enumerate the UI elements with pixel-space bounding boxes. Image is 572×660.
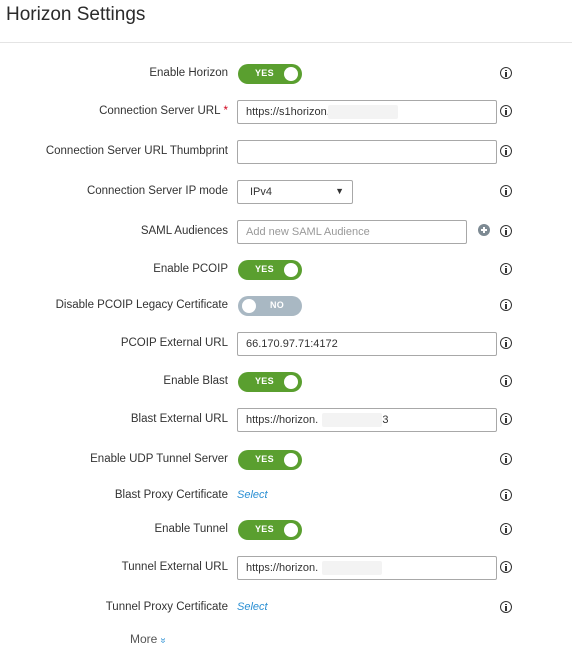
enable-pcoip-toggle[interactable]: YES	[238, 260, 302, 280]
enable-horizon-label: Enable Horizon	[149, 67, 228, 79]
connection-server-url-row: Connection Server URL *	[0, 100, 572, 126]
enable-horizon-toggle[interactable]: YES	[238, 64, 302, 84]
enable-pcoip-label: Enable PCOIP	[153, 263, 228, 275]
tunnel-proxy-cert-row: Tunnel Proxy Certificate Select	[0, 596, 572, 622]
ip-mode-label: Connection Server IP mode	[86, 185, 228, 197]
enable-blast-row: Enable Blast YES	[0, 370, 572, 396]
thumbprint-input[interactable]	[237, 140, 497, 164]
toggle-knob	[242, 299, 256, 313]
info-icon[interactable]	[500, 299, 512, 311]
chevron-down-icon: ▼	[335, 186, 344, 196]
more-label: More	[130, 632, 158, 646]
enable-tunnel-row: Enable Tunnel YES	[0, 518, 572, 544]
toggle-state-label: YES	[255, 68, 274, 78]
enable-blast-label: Enable Blast	[163, 375, 228, 387]
info-icon[interactable]	[500, 561, 512, 573]
toggle-state-label: YES	[255, 454, 274, 464]
tunnel-proxy-cert-label: Tunnel Proxy Certificate	[105, 601, 228, 613]
redacted-text	[322, 561, 382, 575]
add-icon[interactable]	[478, 224, 490, 236]
enable-horizon-row: Enable Horizon YES	[0, 62, 572, 88]
ip-mode-value: IPv4	[250, 186, 273, 198]
thumbprint-label: Connection Server URL Thumbprint	[45, 145, 228, 157]
blast-external-url-label: Blast External URL	[130, 413, 228, 425]
thumbprint-row: Connection Server URL Thumbprint	[0, 140, 572, 166]
info-icon[interactable]	[500, 105, 512, 117]
blast-proxy-cert-row: Blast Proxy Certificate Select	[0, 484, 572, 510]
blast-external-url-row: Blast External URL	[0, 408, 572, 434]
toggle-knob	[284, 67, 298, 81]
ip-mode-select[interactable]: IPv4 ▼	[237, 180, 353, 204]
disable-pcoip-legacy-label: Disable PCOIP Legacy Certificate	[55, 299, 228, 311]
blast-proxy-cert-label: Blast Proxy Certificate	[114, 489, 228, 501]
tunnel-external-url-row: Tunnel External URL	[0, 556, 572, 582]
chevron-down-icon: »	[157, 637, 169, 644]
enable-udp-row: Enable UDP Tunnel Server YES	[0, 448, 572, 474]
toggle-state-label: YES	[255, 524, 274, 534]
connection-server-url-label: Connection Server URL *	[99, 105, 228, 117]
enable-tunnel-toggle[interactable]: YES	[238, 520, 302, 540]
info-icon[interactable]	[500, 601, 512, 613]
redacted-text	[328, 105, 398, 119]
blast-proxy-cert-select-link[interactable]: Select	[237, 489, 268, 501]
enable-blast-toggle[interactable]: YES	[238, 372, 302, 392]
toggle-knob	[284, 375, 298, 389]
info-icon[interactable]	[500, 489, 512, 501]
more-link[interactable]: More»	[130, 632, 169, 646]
enable-tunnel-label: Enable Tunnel	[154, 523, 228, 535]
page-title: Horizon Settings	[6, 4, 146, 25]
info-icon[interactable]	[500, 375, 512, 387]
tunnel-external-url-label: Tunnel External URL	[121, 561, 228, 573]
toggle-state-label: YES	[255, 376, 274, 386]
disable-pcoip-legacy-toggle[interactable]: NO	[238, 296, 302, 316]
info-icon[interactable]	[500, 145, 512, 157]
info-icon[interactable]	[500, 337, 512, 349]
disable-pcoip-legacy-row: Disable PCOIP Legacy Certificate NO	[0, 294, 572, 320]
pcoip-external-url-input[interactable]	[237, 332, 497, 356]
saml-audience-input[interactable]	[237, 220, 467, 244]
toggle-knob	[284, 263, 298, 277]
info-icon[interactable]	[500, 263, 512, 275]
saml-audiences-label: SAML Audiences	[140, 225, 228, 237]
enable-udp-label: Enable UDP Tunnel Server	[90, 453, 228, 465]
info-icon[interactable]	[500, 185, 512, 197]
info-icon[interactable]	[500, 225, 512, 237]
info-icon[interactable]	[500, 413, 512, 425]
toggle-state-label: NO	[270, 300, 285, 310]
ip-mode-row: Connection Server IP mode IPv4 ▼	[0, 180, 572, 206]
info-icon[interactable]	[500, 67, 512, 79]
toggle-state-label: YES	[255, 264, 274, 274]
title-divider	[0, 42, 572, 43]
enable-udp-toggle[interactable]: YES	[238, 450, 302, 470]
enable-pcoip-row: Enable PCOIP YES	[0, 258, 572, 284]
saml-audiences-row: SAML Audiences	[0, 220, 572, 246]
info-icon[interactable]	[500, 453, 512, 465]
info-icon[interactable]	[500, 523, 512, 535]
toggle-knob	[284, 523, 298, 537]
pcoip-external-url-label: PCOIP External URL	[120, 337, 228, 349]
toggle-knob	[284, 453, 298, 467]
tunnel-proxy-cert-select-link[interactable]: Select	[237, 601, 268, 613]
required-marker: *	[223, 105, 228, 117]
redacted-text	[322, 413, 382, 427]
pcoip-external-url-row: PCOIP External URL	[0, 332, 572, 358]
